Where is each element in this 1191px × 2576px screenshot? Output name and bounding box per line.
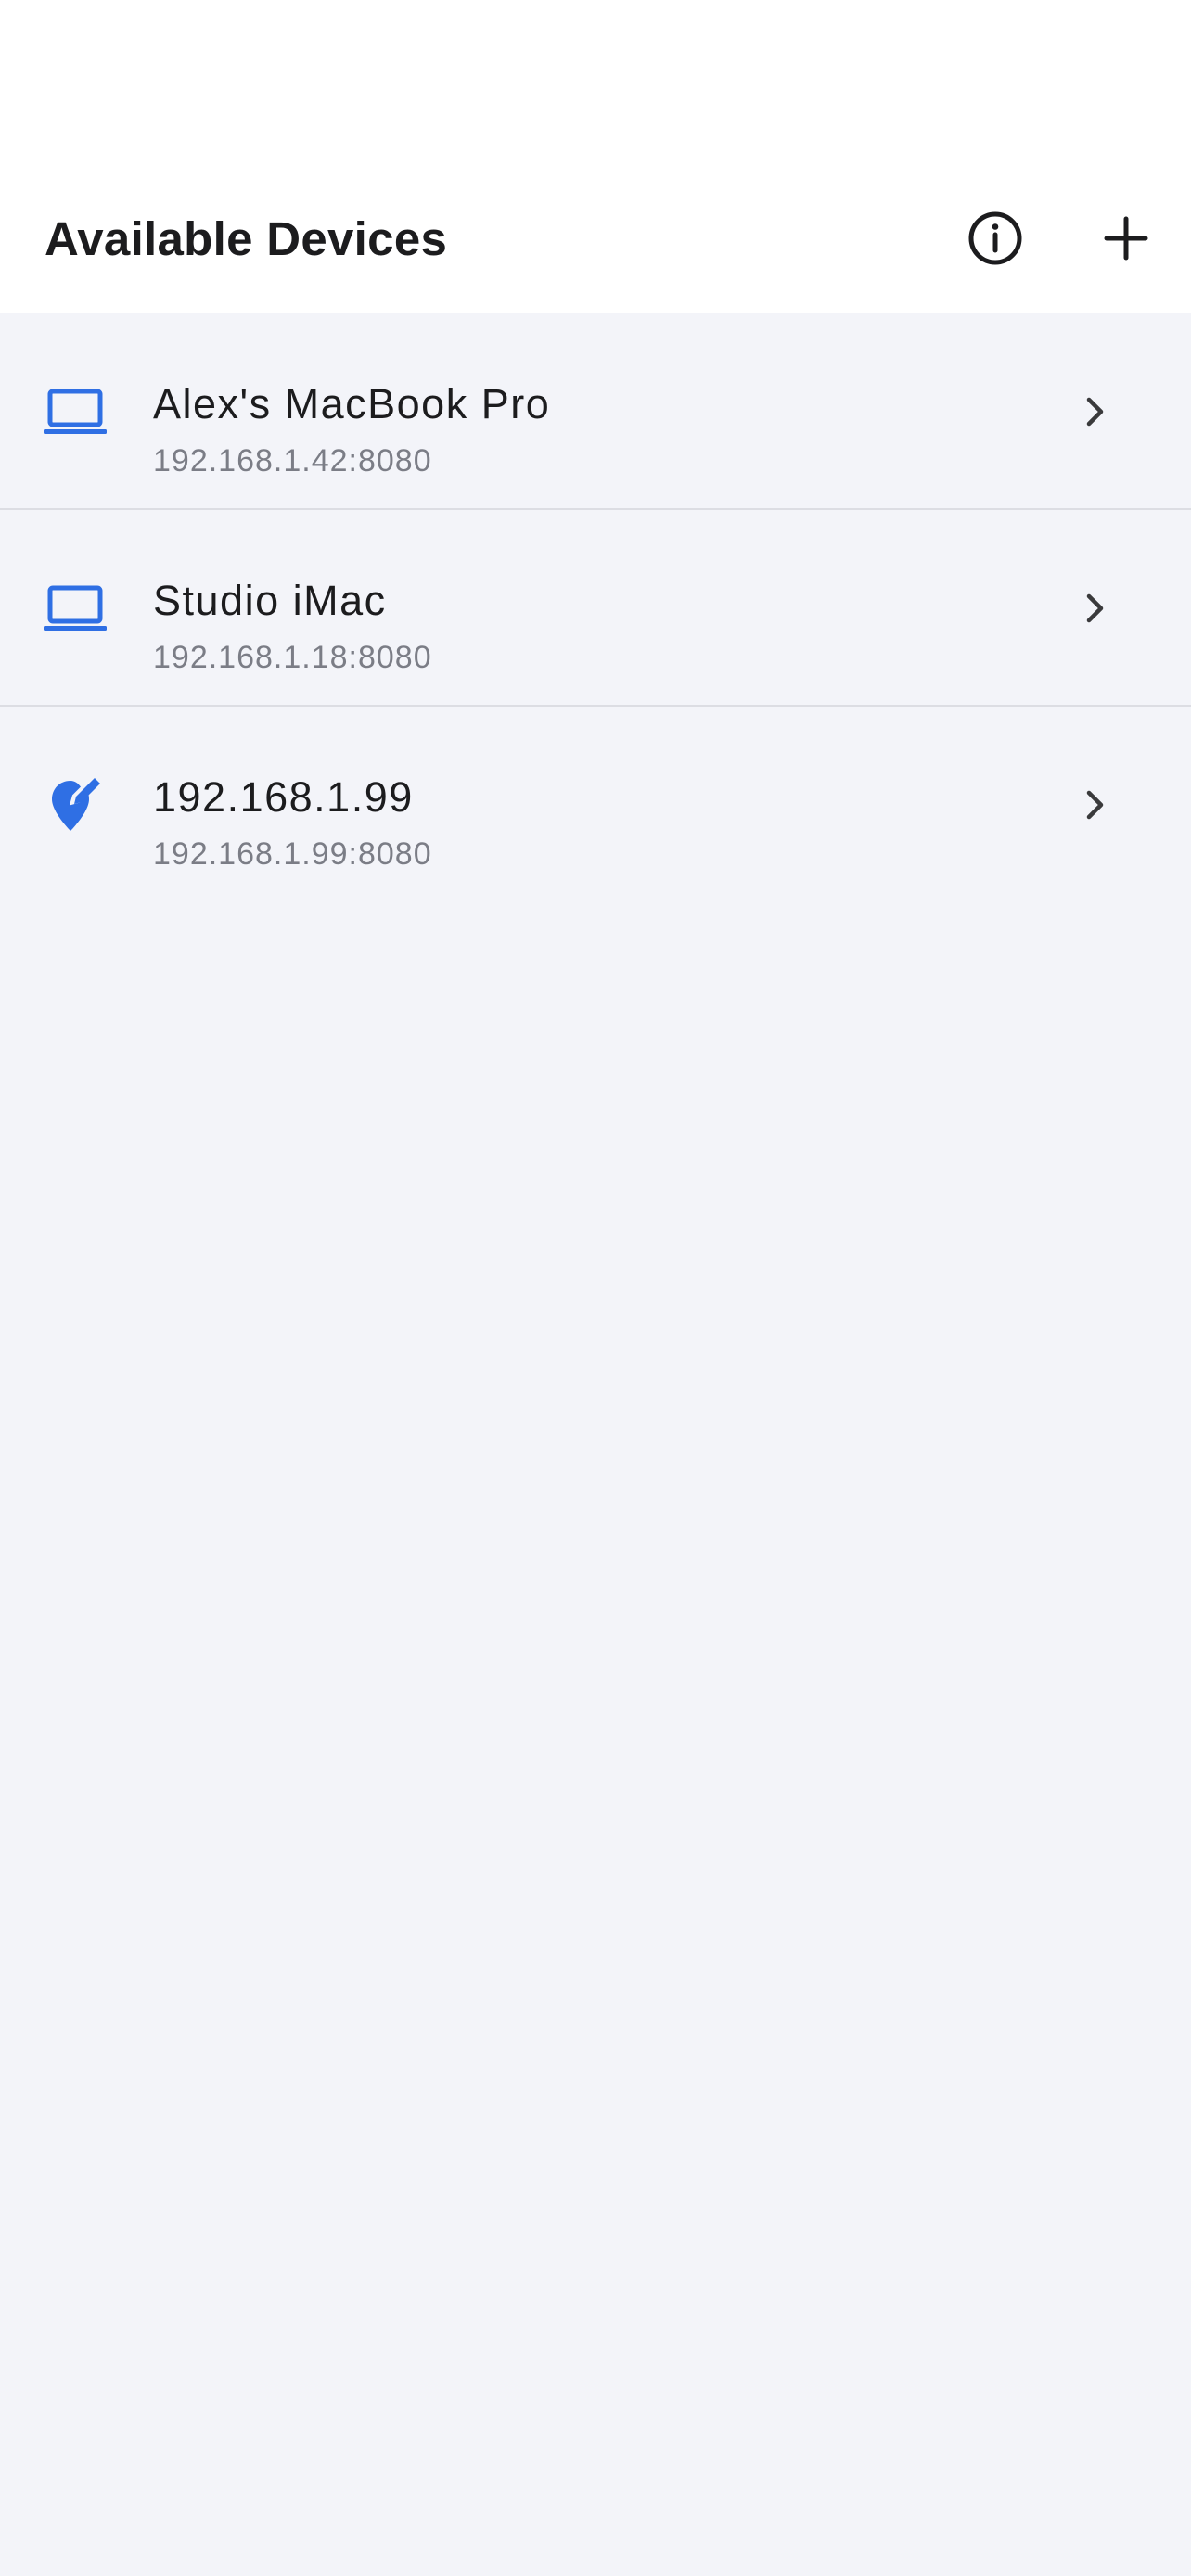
chevron-right-icon: [1076, 393, 1113, 430]
add-device-button[interactable]: [1089, 201, 1163, 275]
device-row[interactable]: Studio iMac 192.168.1.18:8080: [0, 510, 1191, 707]
status-bar-area: [0, 0, 1191, 158]
laptop-icon: [41, 575, 109, 644]
info-circle-icon: [968, 211, 1022, 265]
device-address: 192.168.1.18:8080: [153, 640, 432, 675]
chevron-right-icon: [1076, 590, 1113, 627]
edit-location-icon: [41, 772, 109, 840]
plus-icon: [1104, 216, 1148, 261]
device-name: 192.168.1.99: [153, 773, 414, 821]
device-row[interactable]: Alex's MacBook Pro 192.168.1.42:8080: [0, 313, 1191, 510]
device-list: Alex's MacBook Pro 192.168.1.42:8080 Stu…: [0, 313, 1191, 903]
info-button[interactable]: [958, 201, 1032, 275]
chevron-right-icon: [1076, 786, 1113, 823]
device-row[interactable]: 192.168.1.99 192.168.1.99:8080: [0, 707, 1191, 903]
device-name: Studio iMac: [153, 577, 387, 624]
page-title: Available Devices: [45, 212, 448, 265]
device-address: 192.168.1.99:8080: [153, 836, 432, 872]
laptop-icon: [41, 378, 109, 447]
device-address: 192.168.1.42:8080: [153, 443, 432, 478]
device-name: Alex's MacBook Pro: [153, 380, 551, 427]
app-screen: Available Devices Alex's MacBook Pro 192…: [0, 0, 1191, 2576]
